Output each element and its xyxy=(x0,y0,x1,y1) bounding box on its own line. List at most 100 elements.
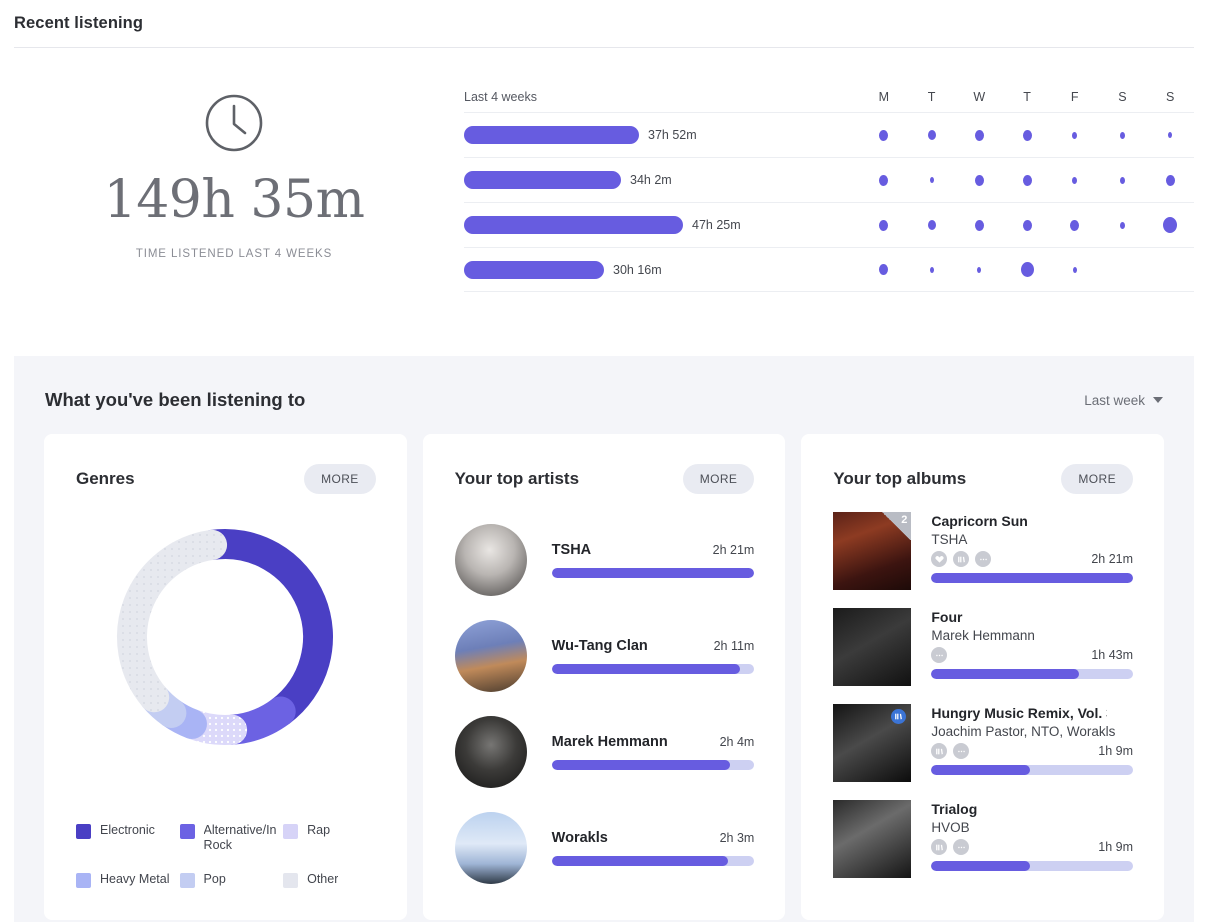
album-list: 2Capricorn SunTSHA2h 21mFourMarek Hemman… xyxy=(801,494,1164,896)
artist-row[interactable]: Marek Hemmann2h 4m xyxy=(455,704,755,800)
more-options-icon[interactable] xyxy=(975,551,991,567)
artist-row[interactable]: Worakls2h 3m xyxy=(455,800,755,896)
album-time: 1h 9m xyxy=(1098,840,1133,854)
album-cover xyxy=(833,704,911,782)
week-day-dots xyxy=(860,256,1194,284)
artist-progress-fill xyxy=(552,856,728,866)
genres-donut-chart xyxy=(44,512,407,762)
listening-overview-section: What you've been listening to Last week … xyxy=(14,356,1194,922)
day-dot xyxy=(975,220,984,231)
day-dot-cell-1 xyxy=(908,256,956,284)
album-progress-fill xyxy=(931,669,1078,679)
total-time-panel: 149h 35m TIME LISTENED LAST 4 WEEKS xyxy=(14,82,454,260)
album-meta-row: 1h 9m xyxy=(931,743,1133,759)
day-dot xyxy=(1120,177,1125,184)
artist-progress-track xyxy=(552,568,755,578)
day-dot xyxy=(879,130,888,141)
album-row[interactable]: FourMarek Hemmann1h 43m xyxy=(833,608,1133,704)
period-select-value: Last week xyxy=(1084,393,1145,408)
day-dot xyxy=(1120,132,1125,139)
album-progress-fill xyxy=(931,765,1030,775)
artist-row-top: TSHA2h 21m xyxy=(552,542,755,558)
avatar xyxy=(455,812,527,884)
artists-title: Your top artists xyxy=(455,469,579,489)
section-header: What you've been listening to Last week xyxy=(14,356,1194,411)
day-dot-cell-3 xyxy=(1003,121,1051,149)
day-dot xyxy=(930,177,934,183)
artist-row[interactable]: TSHA2h 21m xyxy=(455,512,755,608)
day-dot-cell-5 xyxy=(1099,121,1147,149)
artist-row[interactable]: Wu-Tang Clan2h 11m xyxy=(455,608,755,704)
period-select[interactable]: Last week xyxy=(1084,393,1163,408)
albums-card-header: Your top albums MORE xyxy=(801,434,1164,494)
artist-time: 2h 3m xyxy=(720,831,755,845)
avatar xyxy=(455,716,527,788)
day-dot xyxy=(1070,220,1079,231)
legend-label: Electronic xyxy=(100,823,155,839)
album-cover xyxy=(833,608,911,686)
day-dot xyxy=(928,130,936,140)
day-dot xyxy=(1072,132,1077,139)
week-bar xyxy=(464,171,621,189)
artists-more-button[interactable]: MORE xyxy=(683,464,755,494)
week-bar-value: 47h 25m xyxy=(692,218,741,232)
album-progress-track xyxy=(931,573,1133,583)
day-header-1: T xyxy=(908,90,956,104)
week-row: 37h 52m xyxy=(464,112,1194,157)
day-dot-cell-4 xyxy=(1051,166,1099,194)
day-dot xyxy=(1168,132,1172,138)
album-name: Four xyxy=(931,609,1107,625)
album-row[interactable]: 2Capricorn SunTSHA2h 21m xyxy=(833,512,1133,608)
album-progress-track xyxy=(931,861,1133,871)
legend-label: Pop xyxy=(204,872,226,888)
week-rows: 37h 52m 34h 2m 47h 25m 30h 16m xyxy=(464,112,1194,292)
artist-progress-fill xyxy=(552,760,730,770)
week-bar-wrap: 30h 16m xyxy=(464,261,860,279)
albums-more-button[interactable]: MORE xyxy=(1061,464,1133,494)
library-icon[interactable] xyxy=(931,743,947,759)
album-row[interactable]: Hungry Music Remix, Vol. 3Joachim Pastor… xyxy=(833,704,1133,800)
day-dot xyxy=(879,175,888,186)
more-options-icon[interactable] xyxy=(931,647,947,663)
day-header-5: S xyxy=(1099,90,1147,104)
library-icon[interactable] xyxy=(931,839,947,855)
total-listening-time: 149h 35m xyxy=(104,174,365,226)
albums-card: Your top albums MORE 2Capricorn SunTSHA2… xyxy=(801,434,1164,920)
more-options-icon[interactable] xyxy=(953,743,969,759)
album-time: 2h 21m xyxy=(1091,552,1133,566)
day-dot-cell-4 xyxy=(1051,256,1099,284)
legend-swatch-icon xyxy=(76,873,91,888)
day-dot xyxy=(1023,130,1032,141)
week-day-dots xyxy=(860,166,1194,194)
album-row[interactable]: TrialogHVOB1h 9m xyxy=(833,800,1133,896)
album-actions xyxy=(931,839,969,855)
album-meta-row: 1h 43m xyxy=(931,647,1133,663)
album-progress-track xyxy=(931,765,1133,775)
artist-time: 2h 4m xyxy=(720,735,755,749)
album-artist: TSHA xyxy=(931,532,1121,547)
week-bar-value: 37h 52m xyxy=(648,128,697,142)
donut-segment-electronic[interactable] xyxy=(212,544,318,711)
artist-progress-fill xyxy=(552,664,740,674)
day-dot-cell-2 xyxy=(955,211,1003,239)
more-options-icon[interactable] xyxy=(953,839,969,855)
day-dot xyxy=(930,267,934,273)
weeks-range-label: Last 4 weeks xyxy=(464,90,860,104)
donut-segment-other[interactable] xyxy=(132,545,212,697)
album-name: Hungry Music Remix, Vol. 3 xyxy=(931,705,1107,721)
week-row: 34h 2m xyxy=(464,157,1194,202)
artist-info: TSHA2h 21m xyxy=(552,542,755,578)
artists-card-header: Your top artists MORE xyxy=(423,434,786,494)
weekly-breakdown: Last 4 weeks MTWTFSS 37h 52m34h 2m47h 25… xyxy=(454,82,1194,292)
day-dot xyxy=(1021,262,1034,277)
legend-item-pop: Pop xyxy=(180,872,284,888)
day-dot-cell-6 xyxy=(1146,121,1194,149)
genres-more-button[interactable]: MORE xyxy=(304,464,376,494)
heart-icon[interactable] xyxy=(931,551,947,567)
album-name: Trialog xyxy=(931,801,1107,817)
library-icon[interactable] xyxy=(953,551,969,567)
day-dot xyxy=(1072,177,1077,184)
genres-card: Genres MORE xyxy=(44,434,407,920)
legend-item-electronic: Electronic xyxy=(76,823,180,854)
week-day-dots xyxy=(860,211,1194,239)
